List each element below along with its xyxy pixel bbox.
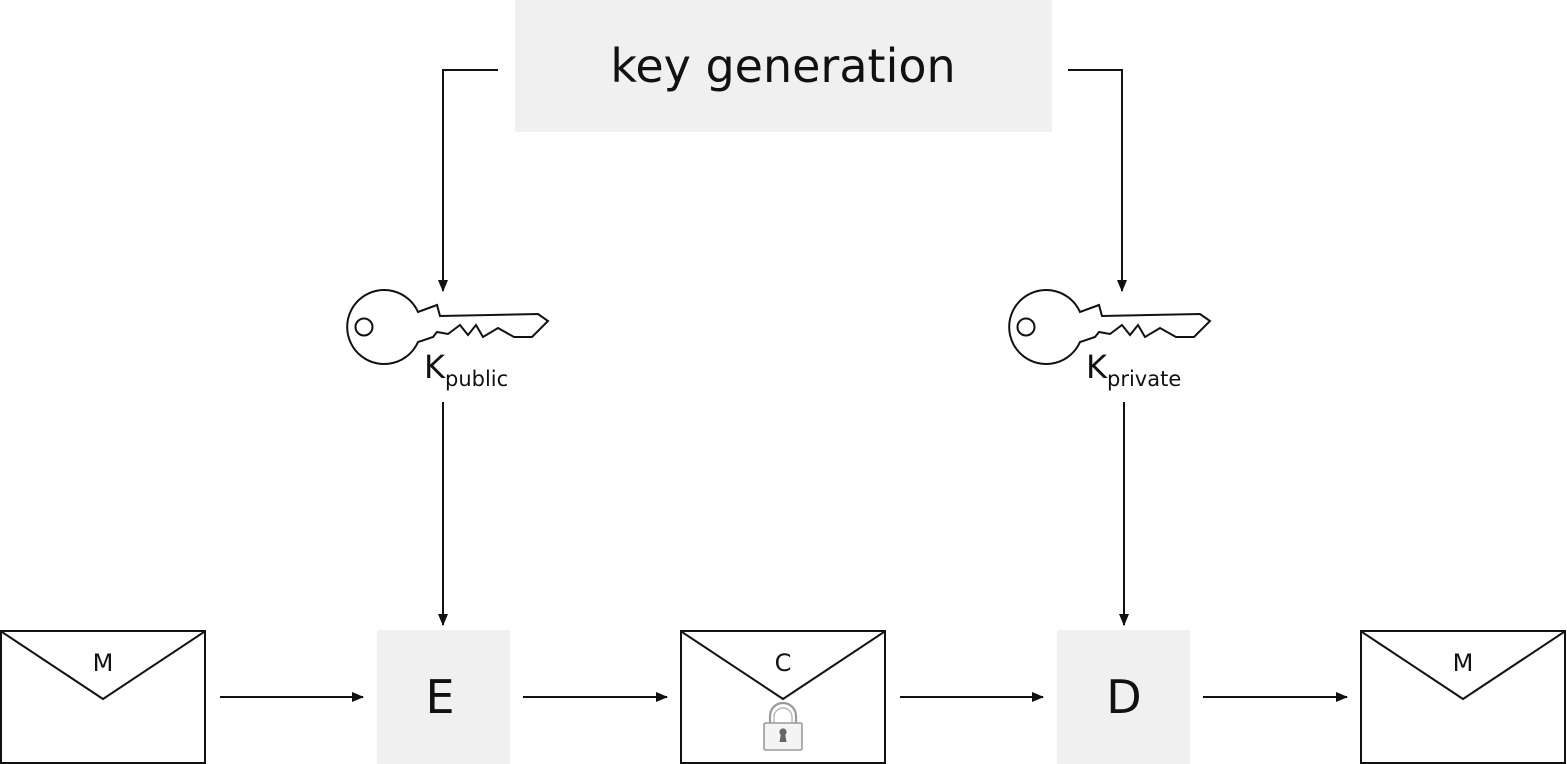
decrypt-node: D bbox=[1057, 630, 1190, 764]
private-key-label: Kprivate bbox=[1086, 348, 1181, 391]
private-key-label-sub: private bbox=[1107, 367, 1181, 391]
key-generation-label: key generation bbox=[610, 39, 955, 93]
plaintext-output-envelope: M bbox=[1360, 630, 1566, 764]
public-key-encryption-diagram: key generation Kpublic Kprivate M E C D … bbox=[0, 0, 1566, 764]
ciphertext-envelope: C bbox=[680, 630, 886, 764]
public-key-icon bbox=[346, 289, 549, 365]
encrypt-label: E bbox=[425, 670, 454, 724]
private-key-label-main: K bbox=[1086, 348, 1108, 386]
ciphertext-label: C bbox=[775, 649, 792, 677]
private-key-icon bbox=[1008, 289, 1211, 365]
public-key-label-main: K bbox=[424, 348, 446, 386]
encrypt-node: E bbox=[377, 630, 510, 764]
keygen-to-private-key-arrow bbox=[1068, 69, 1127, 292]
plaintext-input-envelope: M bbox=[0, 630, 206, 764]
plaintext-output-label: M bbox=[1453, 649, 1474, 677]
plaintext-input-label: M bbox=[93, 649, 114, 677]
decrypt-label: D bbox=[1106, 670, 1141, 724]
public-key-label-sub: public bbox=[445, 367, 508, 391]
keygen-to-public-key-arrow bbox=[438, 69, 498, 292]
public-key-node: Kpublic bbox=[346, 289, 549, 391]
key-generation-node: key generation bbox=[515, 0, 1052, 132]
public-key-label: Kpublic bbox=[424, 348, 508, 391]
private-key-node: Kprivate bbox=[1008, 289, 1211, 391]
